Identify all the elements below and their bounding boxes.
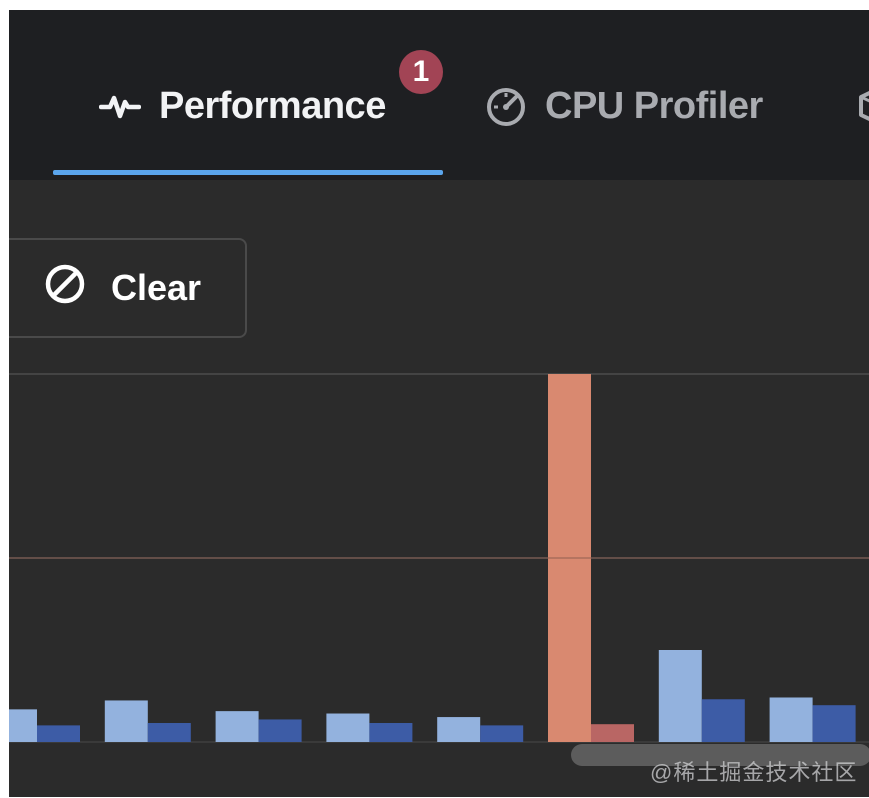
- ui-thread-bar-2[interactable]: [104, 700, 148, 742]
- raster-thread-bar-2[interactable]: [147, 723, 191, 742]
- raster-thread-bar-7[interactable]: [701, 699, 745, 742]
- raster-thread-bar-1[interactable]: [37, 725, 80, 742]
- raster-thread-bar-3[interactable]: [258, 719, 302, 742]
- ui-thread-bar-1[interactable]: [9, 709, 37, 742]
- ui-thread-bar-4[interactable]: [326, 713, 370, 742]
- ui-thread-bar-8[interactable]: [769, 697, 813, 742]
- raster-thread-bar-5[interactable]: [480, 725, 524, 742]
- ui-thread-bar-7[interactable]: [658, 650, 702, 742]
- frame-chart: [9, 373, 869, 743]
- devtools-frame: Performance 1 CPU Profiler Clear @稀土掘金技术…: [9, 10, 869, 797]
- raster-thread-bar-6[interactable]: [591, 724, 634, 742]
- watermark: @稀土掘金技术社区: [650, 760, 858, 785]
- ui-thread-bar-5[interactable]: [437, 717, 481, 742]
- ui-thread-bar-3[interactable]: [215, 711, 259, 742]
- raster-thread-bar-4[interactable]: [369, 723, 413, 742]
- raster-thread-bar-8[interactable]: [812, 705, 856, 742]
